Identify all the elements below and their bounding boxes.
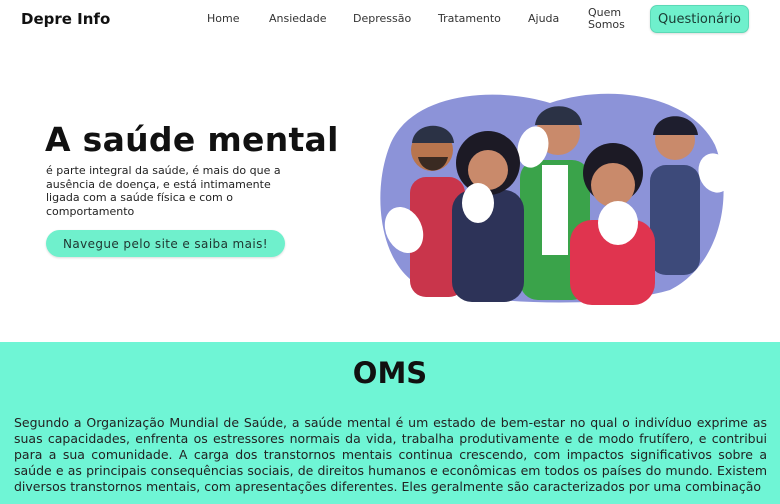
- nav-link-ansiedade[interactable]: Ansiedade: [269, 13, 327, 25]
- questionario-button[interactable]: Questionário: [650, 5, 749, 33]
- oms-description: Segundo a Organização Mundial de Saúde, …: [14, 415, 767, 494]
- hero-title: A saúde mental: [45, 120, 339, 159]
- navigate-site-button[interactable]: Navegue pelo site e saiba mais!: [46, 230, 285, 257]
- nav-link-tratamento[interactable]: Tratamento: [438, 13, 501, 25]
- oms-title: OMS: [352, 356, 428, 390]
- nav-link-ajuda[interactable]: Ajuda: [528, 13, 559, 25]
- nav-link-quem-somos[interactable]: Quem Somos: [588, 7, 628, 31]
- brand-logo[interactable]: Depre Info: [21, 10, 110, 28]
- people-with-masks-illustration: [380, 93, 730, 305]
- oms-section: OMS Segundo a Organização Mundial de Saú…: [0, 342, 780, 504]
- hero-description: é parte integral da saúde, é mais do que…: [46, 164, 281, 218]
- navbar: Depre Info Home Ansiedade Depressão Trat…: [0, 0, 780, 38]
- nav-link-depressao[interactable]: Depressão: [353, 13, 411, 25]
- nav-link-home[interactable]: Home: [207, 13, 239, 25]
